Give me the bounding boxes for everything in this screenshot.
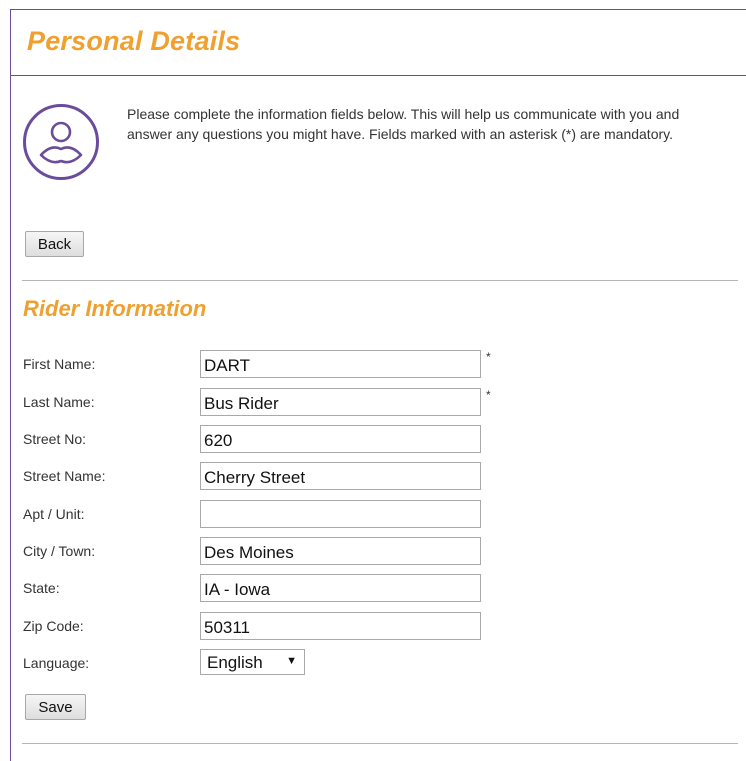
state-label: State:: [23, 580, 60, 596]
intro-text: Please complete the information fields b…: [127, 106, 680, 142]
street-no-label: Street No:: [23, 431, 87, 447]
street-name-label: Street Name:: [23, 468, 106, 484]
user-icon: [23, 104, 99, 180]
apt-unit-input[interactable]: [200, 500, 481, 528]
city-town-input[interactable]: [200, 537, 481, 565]
state-input[interactable]: [200, 574, 481, 602]
section-title: Rider Information: [23, 296, 207, 321]
dropdown-arrow-icon: ▼: [286, 655, 297, 667]
first-name-label: First Name:: [23, 356, 96, 372]
title-divider: [10, 75, 746, 76]
required-marker: *: [486, 388, 491, 402]
back-button[interactable]: Back: [25, 231, 84, 257]
last-name-input[interactable]: [200, 388, 481, 416]
language-selected-value: English: [207, 653, 263, 672]
page-title: Personal Details: [27, 26, 241, 56]
required-marker: *: [486, 350, 491, 364]
first-name-input[interactable]: [200, 350, 481, 378]
last-name-label: Last Name:: [23, 394, 95, 410]
city-town-label: City / Town:: [23, 543, 96, 559]
section-divider: [22, 280, 738, 281]
language-label: Language:: [23, 655, 90, 671]
apt-unit-label: Apt / Unit:: [23, 506, 85, 522]
save-button[interactable]: Save: [25, 694, 86, 720]
street-name-input[interactable]: [200, 462, 481, 490]
footer-divider: [22, 743, 738, 744]
zip-code-label: Zip Code:: [23, 618, 84, 634]
street-no-input[interactable]: [200, 425, 481, 453]
language-select[interactable]: English ▼: [200, 649, 305, 675]
zip-code-input[interactable]: [200, 612, 481, 640]
